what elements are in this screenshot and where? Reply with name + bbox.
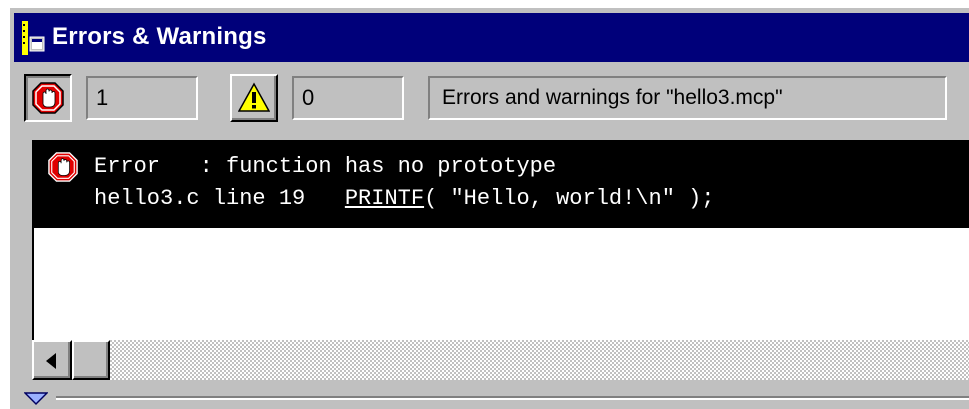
show-errors-button[interactable] — [24, 74, 72, 122]
warning-count-field: 0 — [292, 76, 404, 120]
messages-list[interactable]: Error : function has no prototype hello3… — [32, 140, 969, 340]
message-text: Error : function has no prototype — [94, 154, 557, 179]
stop-hand-icon — [48, 152, 78, 182]
scroll-thumb[interactable] — [72, 340, 110, 380]
title-bar[interactable]: Errors & Warnings — [14, 13, 969, 62]
left-arrow-icon — [46, 353, 56, 369]
horizontal-scrollbar[interactable] — [32, 340, 969, 380]
window-title: Errors & Warnings — [52, 23, 267, 50]
warning-triangle-icon — [238, 82, 270, 112]
status-message-field: Errors and warnings for "hello3.mcp" — [428, 76, 947, 120]
errors-warnings-window: Errors & Warnings 1 0 Errors and warning… — [10, 8, 969, 409]
message-file-line: hello3.c line 19 — [94, 186, 345, 211]
message-row[interactable]: Error : function has no prototype hello3… — [34, 142, 969, 228]
error-count-field: 1 — [86, 76, 198, 120]
message-source-line: hello3.c line 19 PRINTF( "Hello, world!\… — [94, 184, 715, 214]
message-source-rest: ( "Hello, world!\n" ); — [424, 186, 715, 211]
stop-hand-icon — [32, 82, 64, 114]
window-menu-icon[interactable] — [20, 19, 46, 57]
toolbar: 1 0 Errors and warnings for "hello3.mcp" — [10, 66, 969, 130]
show-warnings-button[interactable] — [230, 74, 278, 122]
splitter-bar — [10, 386, 969, 409]
message-symbol: PRINTF — [344, 186, 425, 211]
splitter-line[interactable] — [56, 396, 969, 400]
disclosure-triangle-icon[interactable] — [24, 392, 48, 406]
scroll-left-button[interactable] — [32, 340, 72, 380]
